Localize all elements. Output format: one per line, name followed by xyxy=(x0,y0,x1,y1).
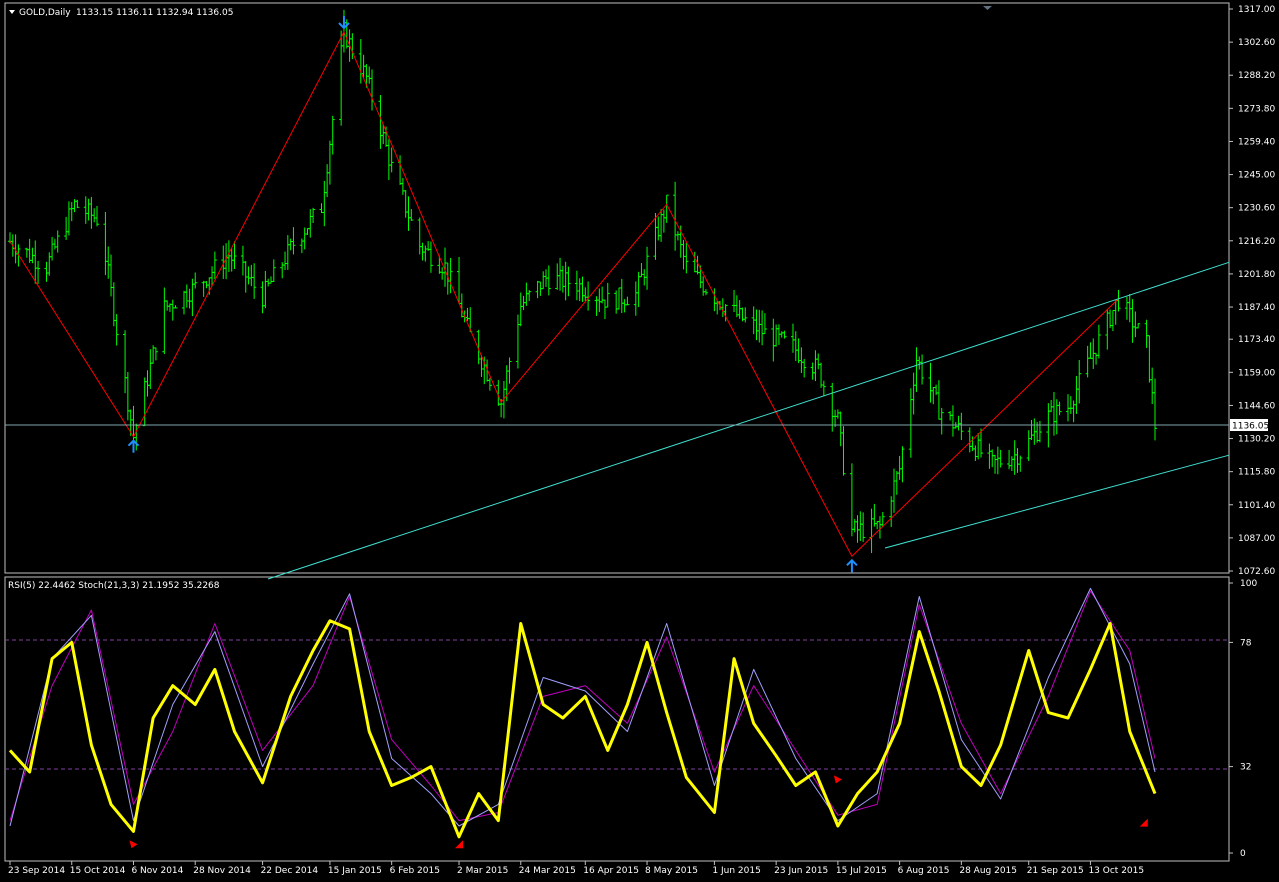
price-tick-label: 1115.80 xyxy=(1238,468,1275,478)
indicator-tick-label: 100 xyxy=(1240,579,1257,589)
price-tick-label: 1187.40 xyxy=(1238,303,1275,313)
price-tick-label: 1288.20 xyxy=(1238,71,1275,81)
price-tick-label: 1072.60 xyxy=(1238,567,1275,577)
price-tick-label: 1302.60 xyxy=(1238,38,1275,48)
price-tick-label: 1144.60 xyxy=(1238,401,1275,411)
time-tick-label: 6 Nov 2014 xyxy=(131,866,183,876)
price-tick-label: 1087.00 xyxy=(1238,534,1275,544)
time-tick-label: 13 Oct 2015 xyxy=(1088,866,1144,876)
time-tick-label: 16 Apr 2015 xyxy=(583,866,639,876)
chart-background xyxy=(0,0,1279,878)
time-tick-label: 6 Aug 2015 xyxy=(898,866,950,876)
price-tick-label: 1173.40 xyxy=(1238,335,1275,345)
price-tick-label: 1130.20 xyxy=(1238,435,1275,445)
time-tick-label: 15 Oct 2014 xyxy=(70,866,126,876)
trading-chart[interactable]: GOLD,Daily 1133.15 1136.11 1132.94 1136.… xyxy=(0,0,1279,878)
ohlc-values: 1133.15 1136.11 1132.94 1136.05 xyxy=(76,8,233,18)
symbol-label: GOLD,Daily xyxy=(19,8,71,18)
indicator-label: RSI(5) 22.4462 Stoch(21,3,3) 21.1952 35.… xyxy=(8,581,220,591)
price-tick-label: 1230.60 xyxy=(1238,204,1275,214)
price-tick-label: 1273.80 xyxy=(1238,104,1275,114)
current-price-label: 1136.05 xyxy=(1232,422,1269,432)
time-tick-label: 21 Sep 2015 xyxy=(1027,866,1084,876)
time-tick-label: 15 Jul 2015 xyxy=(836,866,887,876)
time-tick-label: 23 Sep 2014 xyxy=(8,866,65,876)
time-tick-label: 1 Jun 2015 xyxy=(712,866,760,876)
price-tick-label: 1245.00 xyxy=(1238,171,1275,181)
price-tick-label: 1101.40 xyxy=(1238,501,1275,511)
price-tick-label: 1201.80 xyxy=(1238,270,1275,280)
time-tick-label: 23 Jun 2015 xyxy=(774,866,828,876)
time-tick-label: 28 Aug 2015 xyxy=(959,866,1017,876)
time-tick-label: 15 Jan 2015 xyxy=(328,866,382,876)
price-tick-label: 1317.00 xyxy=(1238,5,1275,15)
time-tick-label: 24 Mar 2015 xyxy=(519,866,576,876)
price-tick-label: 1216.20 xyxy=(1238,237,1275,247)
indicator-tick-label: 32 xyxy=(1240,763,1251,773)
time-tick-label: 2 Mar 2015 xyxy=(457,866,508,876)
time-tick-label: 22 Dec 2014 xyxy=(261,866,319,876)
indicator-tick-label: 78 xyxy=(1240,638,1252,648)
time-tick-label: 6 Feb 2015 xyxy=(390,866,440,876)
indicator-tick-label: 0 xyxy=(1240,849,1246,859)
price-tick-label: 1259.40 xyxy=(1238,137,1275,147)
price-tick-label: 1159.00 xyxy=(1238,368,1275,378)
time-tick-label: 28 Nov 2014 xyxy=(193,866,251,876)
time-tick-label: 8 May 2015 xyxy=(645,866,698,876)
